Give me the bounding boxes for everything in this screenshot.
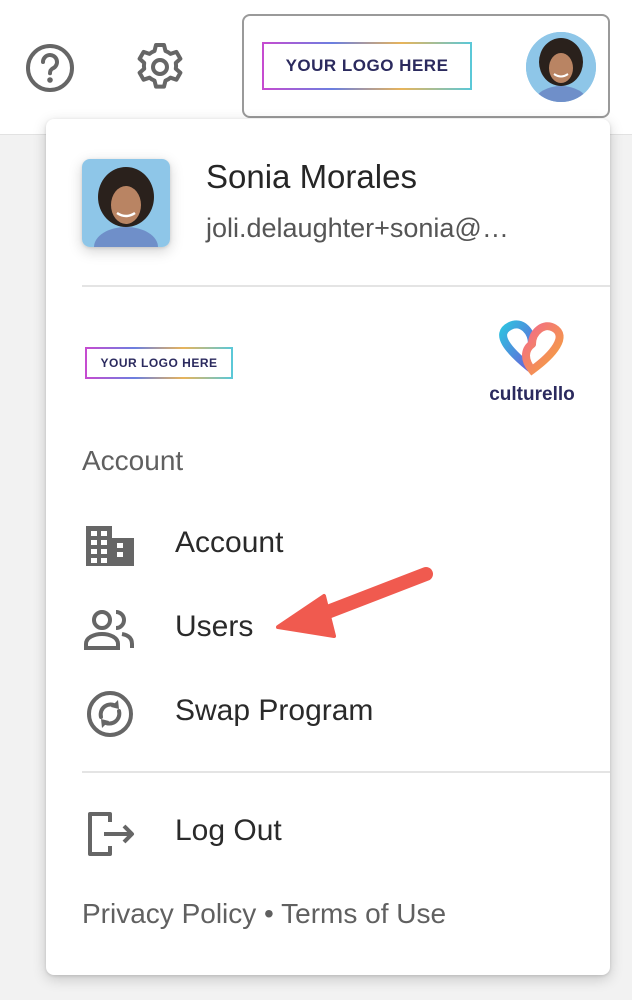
people-icon [82, 606, 138, 654]
profile-avatar [82, 159, 170, 247]
divider [82, 285, 610, 287]
profile-email: joli.delaughter+sonia@… [206, 213, 509, 243]
menu-item-label: Swap Program [175, 694, 374, 727]
terms-of-use-link[interactable]: Terms of Use [281, 898, 446, 929]
swap-circle-icon [82, 690, 138, 738]
building-icon [82, 522, 138, 570]
menu-item-label: Account [175, 526, 284, 559]
menu-item-account[interactable]: Account [82, 514, 582, 576]
menu-item-users[interactable]: Users [82, 598, 582, 660]
privacy-policy-link[interactable]: Privacy Policy [82, 898, 256, 929]
footer-links: Privacy Policy • Terms of Use [82, 898, 446, 930]
company-logo-placeholder-small: YOUR LOGO HERE [85, 347, 233, 379]
logout-icon [82, 810, 138, 858]
profile-name: Sonia Morales [206, 158, 417, 195]
footer-separator: • [264, 898, 274, 929]
account-menu-button[interactable]: YOUR LOGO HERE [242, 14, 610, 118]
logout-button[interactable]: Log Out [82, 802, 582, 864]
culturello-wordmark: culturello [489, 384, 575, 405]
section-title-account: Account [82, 445, 184, 476]
culturello-logo: culturello [484, 320, 580, 406]
gear-icon[interactable] [133, 40, 187, 94]
menu-item-swap-program[interactable]: Swap Program [82, 682, 582, 744]
menu-item-label: Users [175, 610, 254, 643]
help-icon[interactable] [24, 42, 76, 94]
company-logo-placeholder: YOUR LOGO HERE [262, 42, 472, 90]
avatar [526, 32, 596, 102]
logout-label: Log Out [175, 814, 282, 847]
divider [82, 771, 610, 773]
top-bar: YOUR LOGO HERE [0, 0, 632, 135]
